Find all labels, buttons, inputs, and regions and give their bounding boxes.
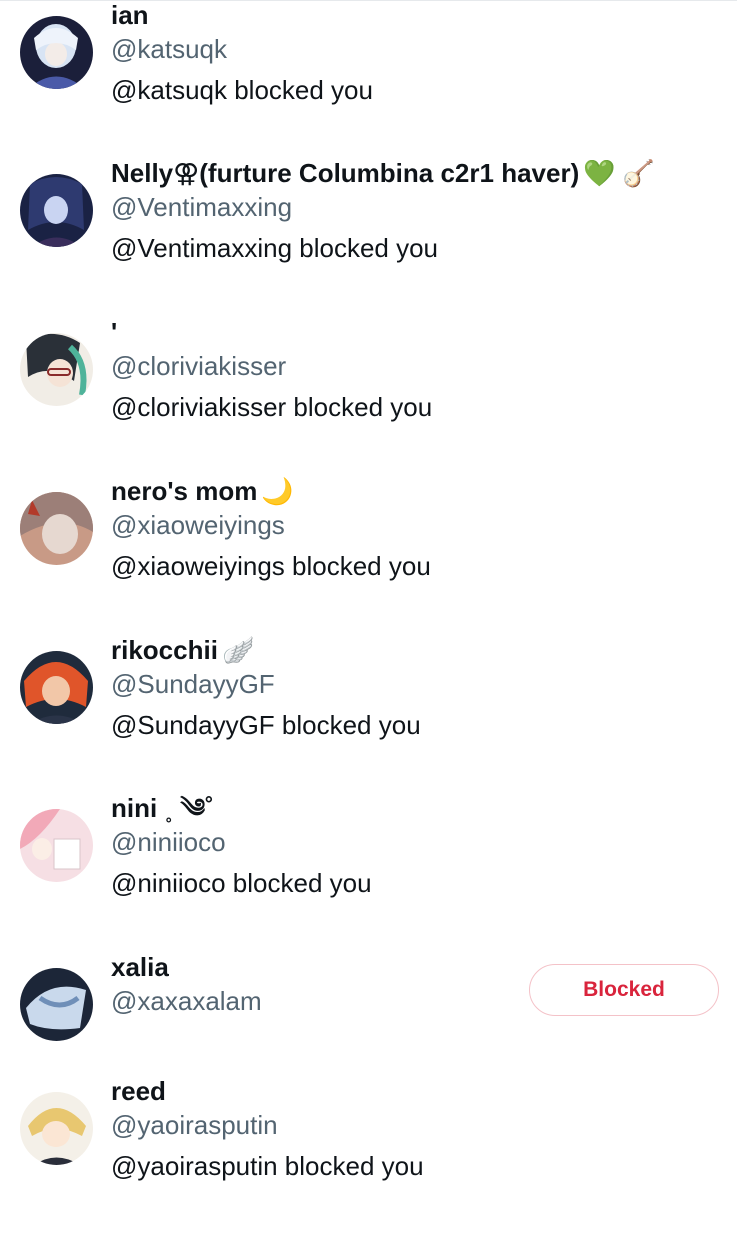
avatar[interactable]	[20, 492, 93, 565]
user-row-nero-mom[interactable]: nero's mom 🌙 @xiaoweiyings @xiaoweiyings …	[0, 476, 737, 642]
user-display-name[interactable]: nini ˳ ༄˚	[111, 792, 218, 824]
user-display-name[interactable]: ian	[111, 0, 153, 31]
avatar[interactable]	[20, 809, 93, 882]
blocked-status-text: @yaoirasputin blocked you	[111, 1151, 424, 1181]
avatar[interactable]	[20, 16, 93, 89]
user-handle[interactable]: @yaoirasputin	[111, 1109, 278, 1141]
user-handle[interactable]: @cloriviakisser	[111, 350, 286, 382]
blocked-status-text: @katsuqk blocked you	[111, 75, 373, 105]
avatar[interactable]	[20, 333, 93, 406]
user-row-nelly[interactable]: Nelly⚢(furture Columbina c2r1 haver) 💚 🪕 …	[0, 158, 737, 324]
user-handle[interactable]: @xaxaxalam	[111, 985, 262, 1017]
user-row-rikocchii[interactable]: rikocchii 🪽 @SundayyGF @SundayyGF blocked…	[0, 635, 737, 801]
user-display-name[interactable]: rikocchii 🪽	[111, 634, 254, 666]
user-handle[interactable]: @SundayyGF	[111, 668, 275, 700]
user-row-nini[interactable]: nini ˳ ༄˚ @niniioco @niniioco blocked yo…	[0, 793, 737, 959]
avatar[interactable]	[20, 968, 93, 1041]
user-row-clorivia[interactable]: ' @cloriviakisser @cloriviakisser blocke…	[0, 317, 737, 483]
user-handle[interactable]: @niniioco	[111, 826, 226, 858]
blocked-users-list: ian @katsuqk @katsuqk blocked you Nelly⚢…	[0, 0, 737, 1201]
avatar[interactable]	[20, 174, 93, 247]
blocked-status-text: @cloriviakisser blocked you	[111, 392, 433, 422]
user-handle[interactable]: @xiaoweiyings	[111, 509, 285, 541]
user-handle[interactable]: @Ventimaxxing	[111, 191, 292, 223]
blocked-status-text: @SundayyGF blocked you	[111, 710, 421, 740]
blocked-status-text: @Ventimaxxing blocked you	[111, 233, 439, 263]
user-row-ian[interactable]: ian @katsuqk @katsuqk blocked you	[0, 0, 737, 166]
avatar[interactable]	[20, 1092, 93, 1165]
user-row-reed[interactable]: reed @yaoirasputin @yaoirasputin blocked…	[0, 1076, 737, 1242]
user-display-name[interactable]: Nelly⚢(furture Columbina c2r1 haver) 💚 🪕	[111, 157, 655, 189]
user-display-name[interactable]: '	[111, 316, 121, 348]
user-handle[interactable]: @katsuqk	[111, 33, 227, 65]
blocked-button[interactable]: Blocked	[529, 964, 719, 1016]
avatar[interactable]	[20, 651, 93, 724]
user-display-name[interactable]: xalia	[111, 951, 173, 983]
user-display-name[interactable]: reed	[111, 1075, 170, 1107]
blocked-status-text: @niniioco blocked you	[111, 868, 372, 898]
user-display-name[interactable]: nero's mom 🌙	[111, 475, 294, 507]
blocked-status-text: @xiaoweiyings blocked you	[111, 551, 431, 581]
